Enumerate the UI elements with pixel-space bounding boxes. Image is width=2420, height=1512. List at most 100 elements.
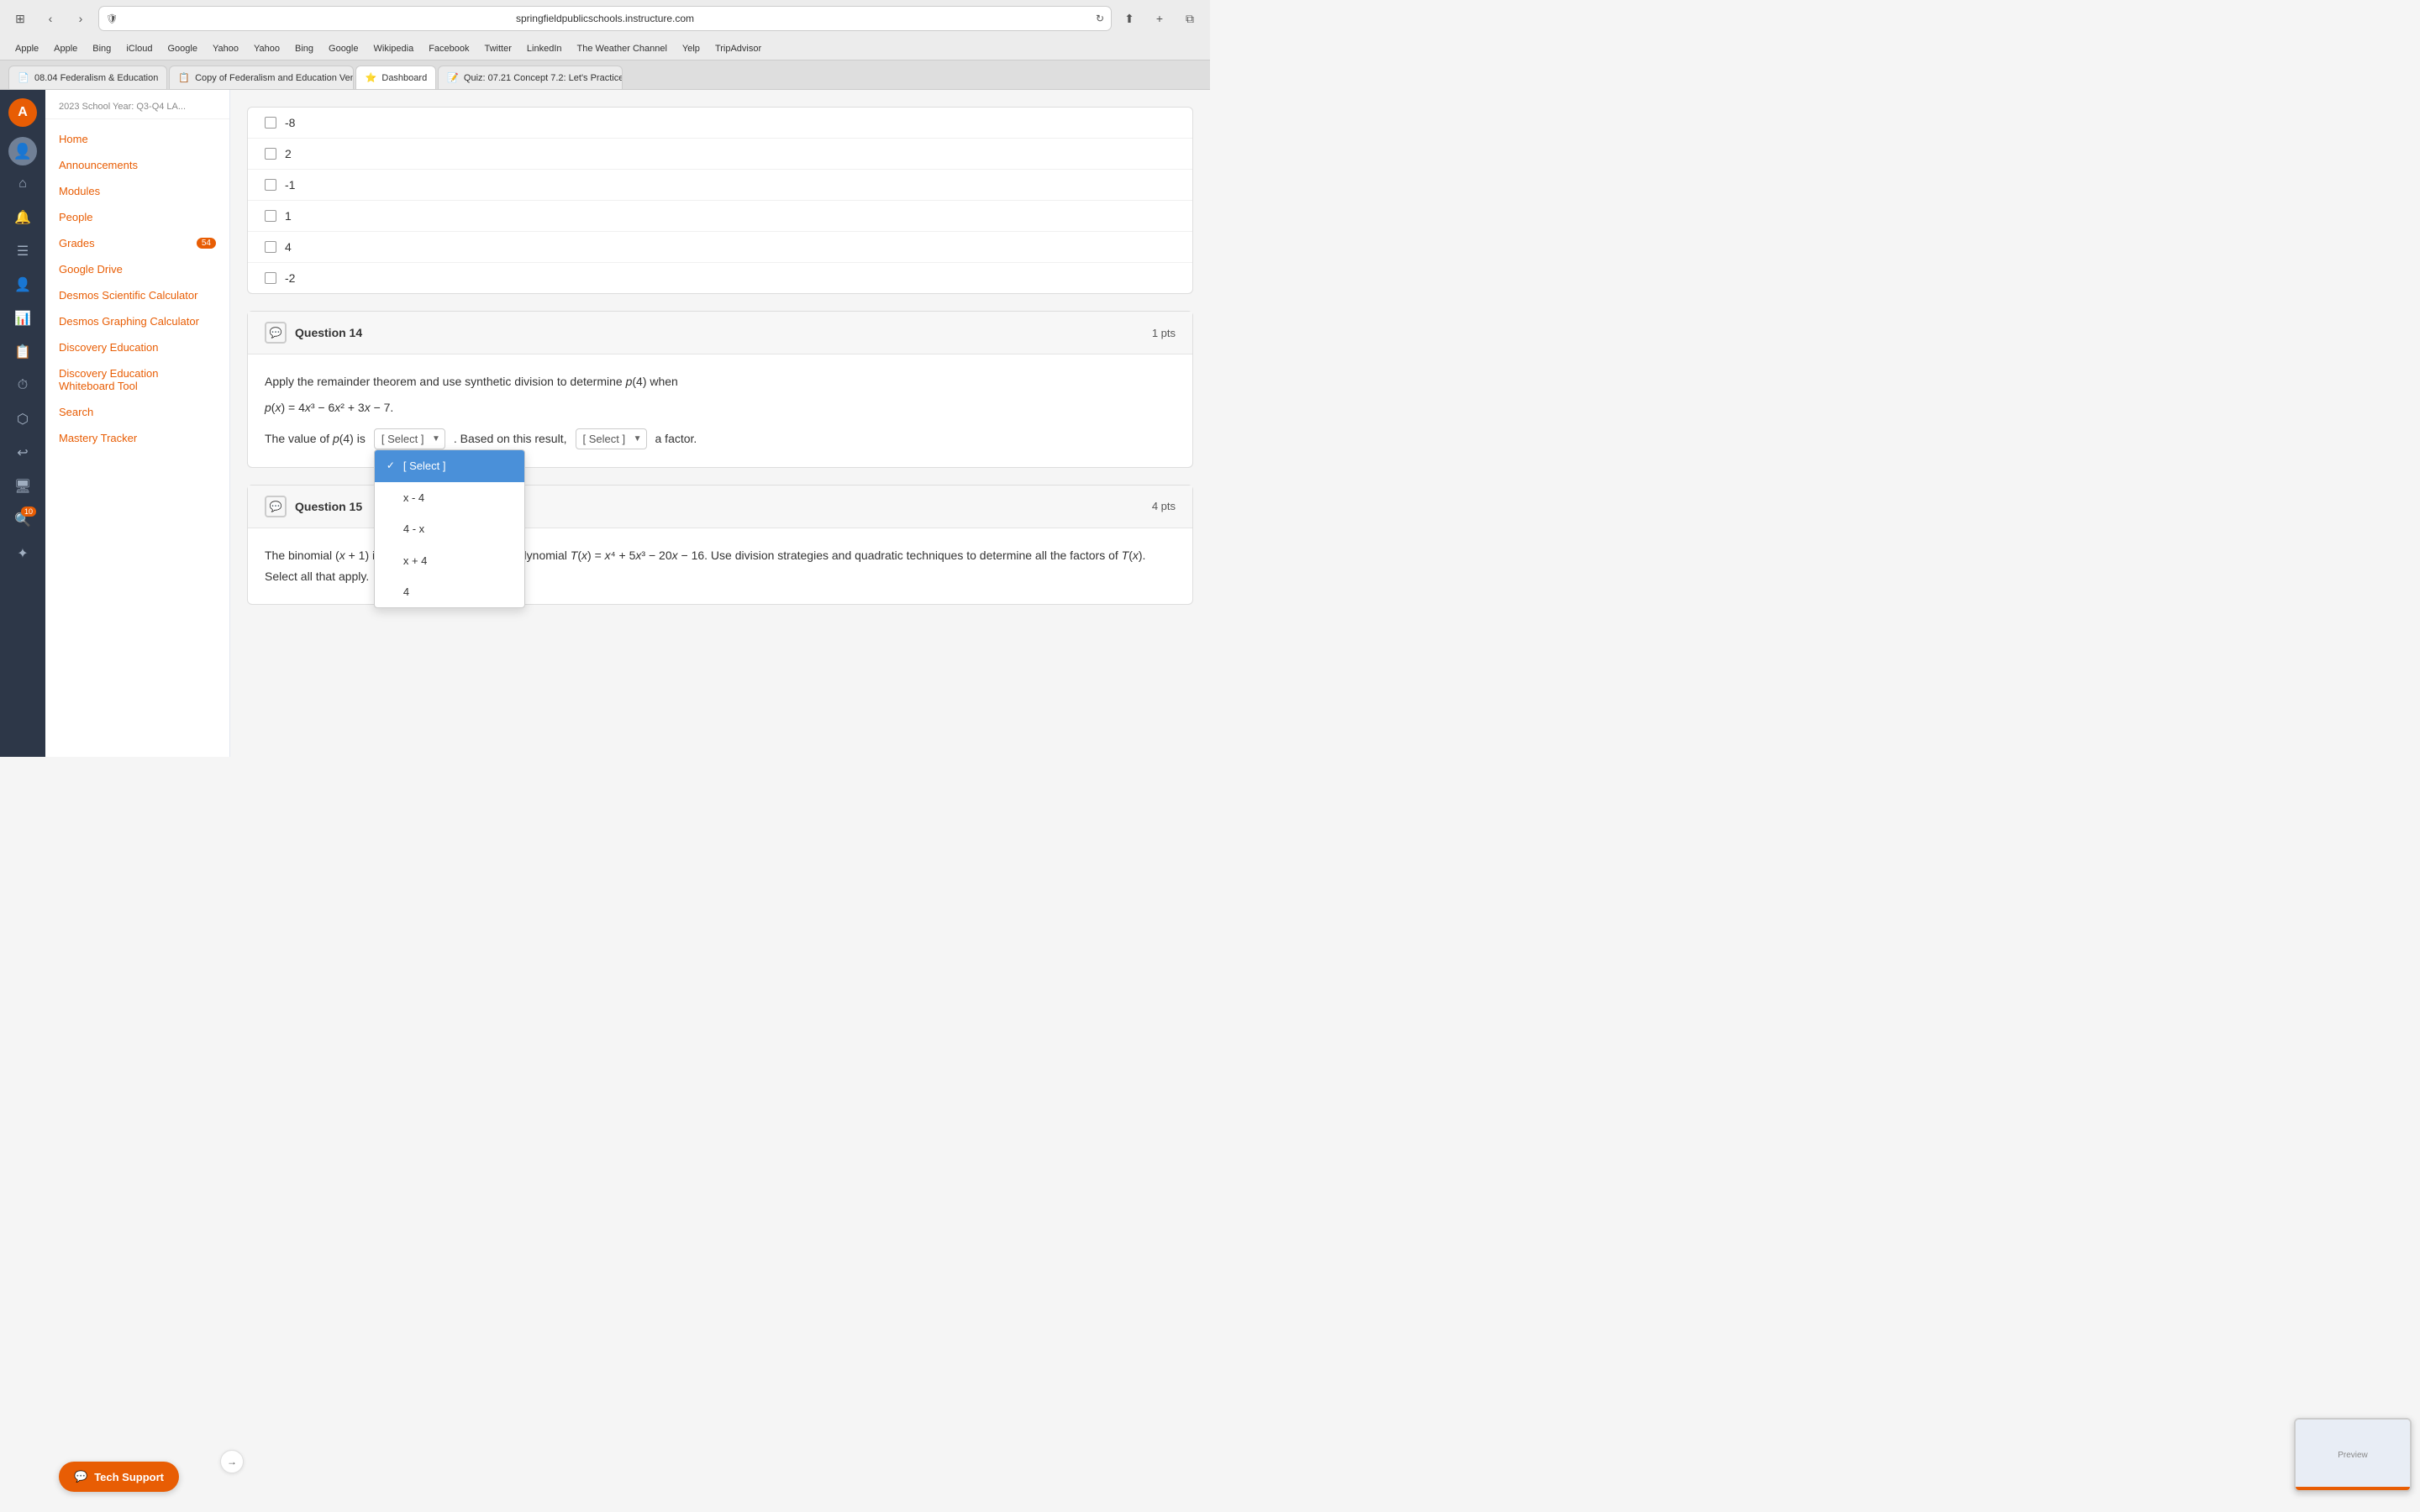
new-tab-button[interactable]: +	[1148, 7, 1171, 30]
sidebar-label-modules: Modules	[59, 185, 100, 197]
answer-value: 1	[285, 209, 292, 223]
q14-select-row: The value of p(4) is [ Select ] 105 Othe…	[265, 428, 1176, 449]
answer-checkbox[interactable]	[265, 148, 276, 160]
answer-option[interactable]: 1	[248, 201, 1192, 232]
sidebar-label-desmos-sci: Desmos Scientific Calculator	[59, 289, 197, 302]
rail-icon-modules[interactable]: ☰	[8, 236, 38, 266]
answer-option[interactable]: -1	[248, 170, 1192, 201]
answer-option[interactable]: 4	[248, 232, 1192, 263]
rail-icon-import[interactable]: ↩	[8, 438, 38, 468]
tech-support-button[interactable]: 💬 Tech Support	[59, 1462, 179, 1492]
sidebar-item-announcements[interactable]: Announcements	[45, 152, 229, 178]
bookmark-weather[interactable]: The Weather Channel	[571, 42, 674, 55]
security-lock-icon: 🛡	[106, 13, 118, 24]
dropdown-item-x-plus-4[interactable]: x + 4	[375, 545, 524, 576]
dropdown-item-label-x4: x - 4	[403, 488, 424, 507]
bookmark-icloud[interactable]: iCloud	[119, 42, 159, 55]
browser-chrome: ⊞ ‹ › 🛡 springfieldpublicschools.instruc…	[0, 0, 1210, 90]
question-13-answers: -8 2 -1 1 4	[248, 108, 1192, 293]
select2-dropdown[interactable]: [ Select ] is is not	[576, 428, 647, 449]
bookmark-bing1[interactable]: Bing	[86, 42, 118, 55]
sidebar-item-desmos-graph[interactable]: Desmos Graphing Calculator	[45, 308, 229, 334]
bookmark-yahoo1[interactable]: Yahoo	[206, 42, 245, 55]
answer-checkbox[interactable]	[265, 272, 276, 284]
answer-checkbox[interactable]	[265, 241, 276, 253]
rail-icon-history[interactable]: ⏱	[8, 370, 38, 401]
collapse-sidebar-button[interactable]: →	[220, 1450, 244, 1473]
answer-option[interactable]: 2	[248, 139, 1192, 170]
bookmark-twitter[interactable]: Twitter	[478, 42, 518, 55]
sidebar-item-google-drive[interactable]: Google Drive	[45, 256, 229, 282]
q14-text-part1: Apply the remainder theorem and use synt…	[265, 371, 1176, 392]
nav-back-button[interactable]: ‹	[39, 7, 62, 30]
sidebar-item-grades[interactable]: Grades 54	[45, 230, 229, 256]
rail-icon-announcements[interactable]: 🔔	[8, 202, 38, 233]
answer-checkbox[interactable]	[265, 179, 276, 191]
tab-dashboard[interactable]: ⭐ Dashboard	[355, 66, 436, 89]
refresh-icon[interactable]: ↻	[1096, 13, 1104, 24]
thumbnail-accent	[2296, 1487, 2410, 1490]
sidebar-item-mastery[interactable]: Mastery Tracker	[45, 425, 229, 451]
comment-icon-15[interactable]: 💬	[265, 496, 287, 517]
bookmark-apple1[interactable]: Apple	[8, 42, 45, 55]
answer-value: -1	[285, 178, 295, 192]
bookmark-wikipedia[interactable]: Wikipedia	[367, 42, 421, 55]
rail-icon-home[interactable]: ⌂	[8, 169, 38, 199]
sidebar-label-home: Home	[59, 133, 88, 145]
sidebar-item-discovery-whiteboard[interactable]: Discovery Education Whiteboard Tool	[45, 360, 229, 399]
dropdown-item-label-4x: 4 - x	[403, 519, 424, 538]
bookmark-tripadvisor[interactable]: TripAdvisor	[708, 42, 768, 55]
address-bar[interactable]: 🛡 springfieldpublicschools.instructure.c…	[99, 7, 1111, 30]
tab-favicon-federalism: 📄	[18, 72, 29, 84]
profile-image[interactable]: 👤	[8, 137, 37, 165]
rail-icon-tools[interactable]: 🖥	[8, 471, 38, 501]
answer-value: -8	[285, 116, 295, 129]
bookmark-bing2[interactable]: Bing	[288, 42, 320, 55]
nav-grid-button[interactable]: ⊞	[8, 7, 32, 30]
rail-icon-groups[interactable]: ⬡	[8, 404, 38, 434]
bookmark-yelp[interactable]: Yelp	[676, 42, 707, 55]
tab-federalism[interactable]: 📄 08.04 Federalism & Education	[8, 66, 167, 89]
answer-option[interactable]: -8	[248, 108, 1192, 139]
bookmark-google1[interactable]: Google	[161, 42, 204, 55]
tech-support-label: Tech Support	[94, 1471, 164, 1483]
bookmark-facebook[interactable]: Facebook	[422, 42, 476, 55]
rail-icon-plugins[interactable]: ✦	[8, 538, 38, 569]
sidebar-label-google-drive: Google Drive	[59, 263, 123, 276]
windows-button[interactable]: ⧉	[1178, 7, 1202, 30]
sidebar-item-discovery-edu[interactable]: Discovery Education	[45, 334, 229, 360]
dropdown-item-x-minus-4[interactable]: x - 4	[375, 482, 524, 513]
answer-checkbox[interactable]	[265, 117, 276, 129]
tech-support-icon: 💬	[74, 1470, 87, 1483]
bookmark-yahoo2[interactable]: Yahoo	[247, 42, 287, 55]
bookmark-apple2[interactable]: Apple	[47, 42, 84, 55]
question-14-pts: 1 pts	[1152, 327, 1176, 339]
rail-icon-search[interactable]: 🔍 10	[8, 505, 38, 535]
answer-checkbox[interactable]	[265, 210, 276, 222]
question-14-number: Question 14	[295, 326, 362, 339]
sidebar-item-desmos-sci[interactable]: Desmos Scientific Calculator	[45, 282, 229, 308]
url-text: springfieldpublicschools.instructure.com	[124, 13, 1086, 24]
rail-icon-people[interactable]: 👤	[8, 270, 38, 300]
q14-equation: p(x) = 4x³ − 6x² + 3x − 7.	[265, 397, 1176, 418]
tab-venn[interactable]: 📋 Copy of Federalism and Education Venn …	[169, 66, 354, 89]
dropdown-item-4-minus-x[interactable]: 4 - x	[375, 513, 524, 544]
sidebar-item-search[interactable]: Search	[45, 399, 229, 425]
dropdown-item-4[interactable]: 4	[375, 576, 524, 607]
sidebar-item-modules[interactable]: Modules	[45, 178, 229, 204]
tab-quiz[interactable]: 📝 Quiz: 07.21 Concept 7.2: Let's Practic…	[438, 66, 623, 89]
rail-icon-assignments[interactable]: 📋	[8, 337, 38, 367]
sidebar-item-home[interactable]: Home	[45, 126, 229, 152]
bookmark-google2[interactable]: Google	[322, 42, 365, 55]
rail-icon-grades[interactable]: 📊	[8, 303, 38, 333]
sidebar-item-people[interactable]: People	[45, 204, 229, 230]
bookmark-linkedin[interactable]: LinkedIn	[520, 42, 569, 55]
nav-forward-button[interactable]: ›	[69, 7, 92, 30]
share-button[interactable]: ⬆	[1118, 7, 1141, 30]
tab-label-federalism: 08.04 Federalism & Education	[34, 73, 158, 83]
select1-dropdown[interactable]: [ Select ] 105 Other	[374, 428, 445, 449]
answer-option[interactable]: -2	[248, 263, 1192, 293]
comment-icon[interactable]: 💬	[265, 322, 287, 344]
user-avatar[interactable]: A	[8, 98, 37, 127]
dropdown-item-select[interactable]: ✓ [ Select ]	[375, 450, 524, 481]
